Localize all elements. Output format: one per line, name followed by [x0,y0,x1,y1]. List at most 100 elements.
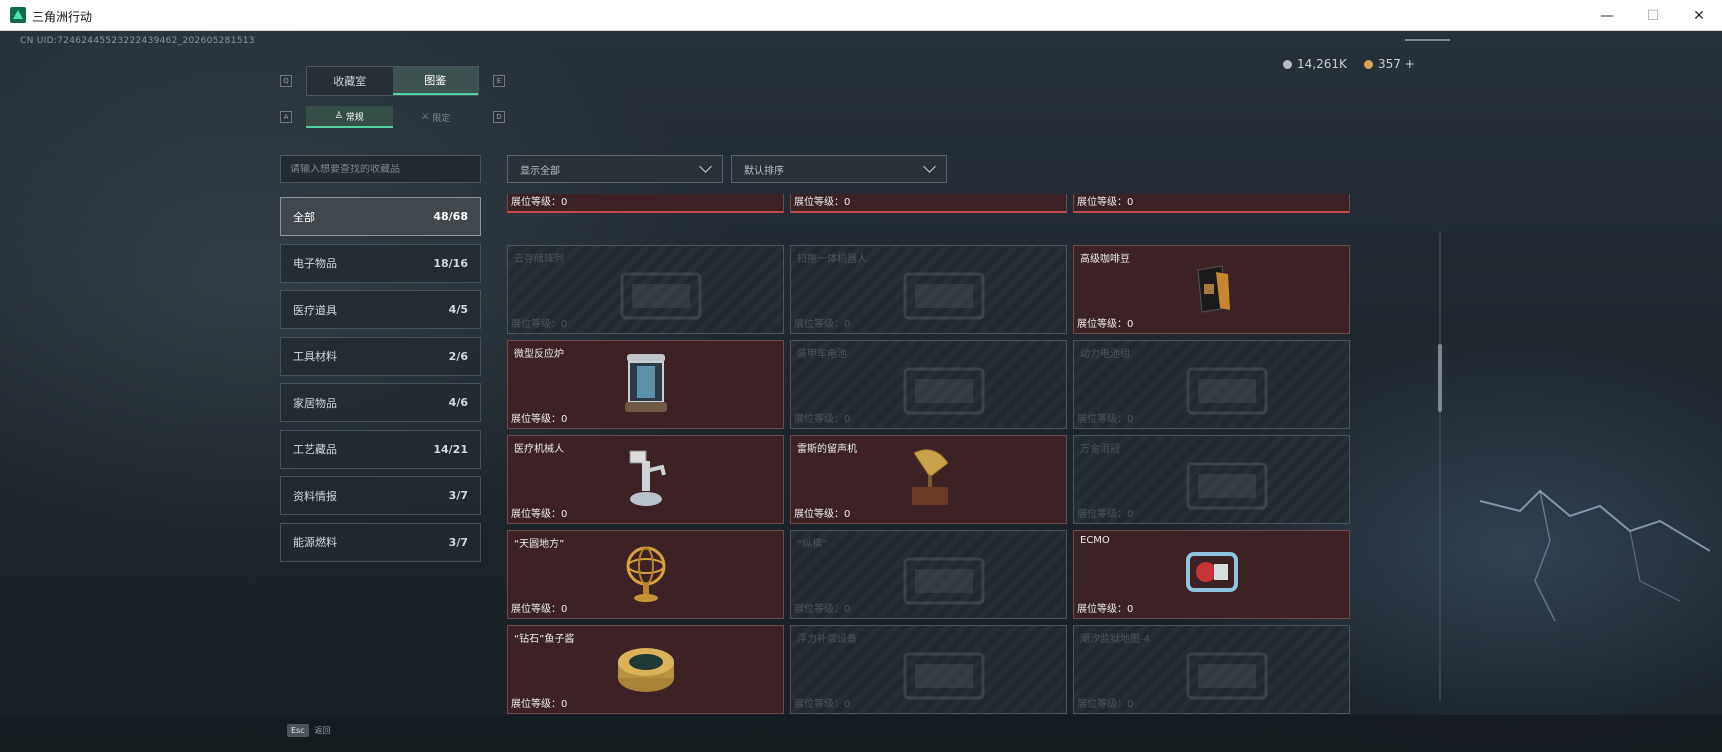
collection-card[interactable]: 动力电池组展位等级：0 [1073,340,1350,429]
card-name: 云存储阵列 [514,254,564,265]
window-titlebar: 三角洲行动 — ☐ ✕ [0,0,1722,31]
key-hint-prev-subtab: A [280,111,292,123]
sort-dropdown[interactable]: 默认排序 [731,155,947,183]
subtab-regular[interactable]: ♙ 常规 [306,106,393,128]
scrollbar-thumb[interactable] [1438,344,1442,412]
card-level-value: 0 [844,509,851,520]
card-level: 展位等级：0 [794,410,850,425]
battery-icon [901,359,987,421]
tab-collection-room[interactable]: 收藏室 [307,67,393,95]
card-level: 展位等级：0 [1077,315,1133,330]
server-array-icon [618,264,704,326]
card-level-label: 展位等级： [794,699,844,710]
collection-card[interactable]: 万金泪冠 展位等级：0 [1073,435,1350,524]
close-button[interactable]: ✕ [1676,0,1722,31]
card-level-value: 0 [1127,414,1134,425]
crossed-swords-icon: ⚔ [421,112,430,122]
top-divider [1405,39,1450,41]
collection-card[interactable]: 潮汐监狱地图-4 展位等级：0 [1073,625,1350,714]
currency-gold-value: 357 + [1378,57,1415,71]
collection-card[interactable]: 浮力补偿设备 展位等级：0 [790,625,1067,714]
card-level-label: 展位等级： [511,319,561,330]
collection-card[interactable]: 展位等级：0 [507,194,784,213]
collection-card[interactable]: 扫拖一体机器人 展位等级：0 [790,245,1067,334]
category-item[interactable]: 工艺藏品 14/21 [280,429,481,469]
collection-card[interactable]: 云存储阵列展位等级：0 [507,245,784,334]
category-count: 3/7 [448,535,468,549]
card-name: ECMO [1080,535,1110,546]
card-level-value: 0 [561,319,568,330]
medical-robot-icon [622,447,670,513]
minimize-button[interactable]: — [1584,0,1630,31]
category-item[interactable]: 电子物品 18/16 [280,243,481,283]
tab-catalog[interactable]: 图鉴 [392,67,478,95]
card-name: 微型反应炉 [514,349,564,360]
category-item[interactable]: 工具材料 2/6 [280,336,481,376]
card-name: “天圆地方” [514,539,565,550]
subtab-limited[interactable]: ⚔ 限定 [393,106,480,128]
card-level: 展位等级：0 [511,505,567,520]
board-game-icon [901,549,987,611]
card-level: 展位等级：0 [794,695,850,710]
gramophone-icon [904,445,954,515]
user-uid: CN UID:7246244552322243946​2_20260528151… [20,36,255,46]
category-item[interactable]: 家居物品 4/6 [280,383,481,422]
category-count: 14/21 [433,442,468,456]
card-level: 展位等级：0 [1077,197,1134,208]
key-hint-next-subtab: D [493,111,505,123]
maximize-button[interactable]: ☐ [1630,0,1676,31]
caviar-tin-icon [616,640,676,700]
card-name: 扫拖一体机器人 [797,254,867,265]
category-count: 4/6 [448,396,468,409]
collection-card[interactable]: 展位等级：0 [790,194,1067,213]
lightning-decoration [1480,489,1710,622]
collection-card[interactable]: “纵横” 展位等级：0 [790,530,1067,619]
category-item[interactable]: 资料情报 3/7 [280,476,481,515]
main-tabs: 收藏室 图鉴 [306,66,479,96]
card-level: 展位等级：0 [1077,410,1133,425]
category-label: 家居物品 [293,396,337,410]
card-level: 展位等级：0 [794,600,850,615]
card-level-label: 展位等级： [794,604,844,615]
category-label: 电子物品 [293,257,337,270]
back-button[interactable]: Esc 返回 [287,724,331,737]
currency-gold[interactable]: 357 + [1364,57,1415,71]
category-label: 能源燃料 [293,536,337,549]
back-label: 返回 [314,726,331,735]
ecmo-machine-icon [1180,544,1244,606]
window-title: 三角洲行动 [32,10,93,24]
card-level-label: 展位等级： [1077,414,1127,425]
card-level-label: 展位等级： [1077,509,1127,520]
category-item[interactable]: 能源燃料 3/7 [280,522,481,562]
card-level-label: 展位等级： [794,414,844,425]
category-item[interactable]: 全部 48/68 [280,197,481,236]
card-level: 展位等级：0 [1077,505,1133,520]
card-level-value: 0 [1127,604,1134,615]
collection-card[interactable]: 微型反应炉 展位等级：0 [507,340,784,429]
card-level: 展位等级：0 [511,695,567,710]
buoyancy-device-icon [901,644,987,706]
category-count: 48/68 [433,210,468,223]
game-viewport: CN UID:7246244552322243946​2_20260528151… [0,31,1722,752]
card-name: “钻石”鱼子酱 [514,634,575,645]
card-name: 装甲车电池 [797,349,847,360]
collection-card[interactable]: 装甲车电池展位等级：0 [790,340,1067,429]
scrollbar-track[interactable] [1439,231,1441,701]
reactor-icon [619,350,673,420]
collection-card[interactable]: “天圆地方” 展位等级：0 [507,530,784,619]
collection-card[interactable]: 雷斯的留声机 展位等级：0 [790,435,1067,524]
category-item[interactable]: 医疗道具 4/5 [280,290,481,329]
card-name: 动力电池组 [1080,349,1130,360]
filter-dropdown[interactable]: 显示全部 [507,155,723,183]
collection-card[interactable]: 医疗机械人 展位等级：0 [507,435,784,524]
collection-card[interactable]: 展位等级：0 [1073,194,1350,213]
collection-card[interactable]: ECMO 展位等级：0 [1073,530,1350,619]
card-level: 展位等级：0 [511,315,567,330]
card-level: 展位等级：0 [794,505,850,520]
collection-card[interactable]: “钻石”鱼子酱展位等级：0 [507,625,784,714]
card-level-label: 展位等级： [794,319,844,330]
card-level: 展位等级：0 [511,197,568,208]
coffee-bag-icon [1192,262,1232,318]
collection-card[interactable]: 高级咖啡豆 展位等级：0 [1073,245,1350,334]
search-input[interactable] [290,163,471,175]
